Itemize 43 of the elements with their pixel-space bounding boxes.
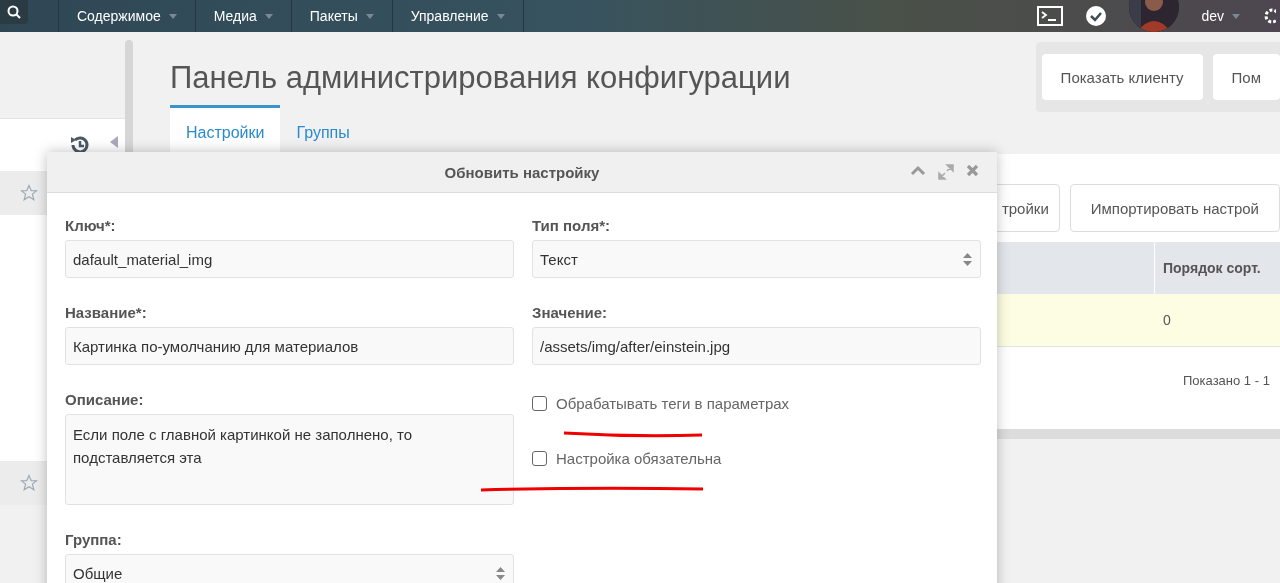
caret-icon xyxy=(1232,13,1240,19)
header-button[interactable]: Пом xyxy=(1212,54,1280,100)
pagination-info: Показано 1 - 1 xyxy=(1183,373,1271,388)
field-label: Название*: xyxy=(65,304,148,322)
caret-icon xyxy=(496,13,505,19)
input-field[interactable]: Картинка по-умолчанию для материалов xyxy=(65,327,514,365)
checkbox[interactable] xyxy=(532,396,547,411)
nav-menu-item[interactable]: Содержимое xyxy=(59,0,196,32)
tab[interactable]: Настройки xyxy=(170,105,281,154)
field-label: Описание: xyxy=(65,391,145,409)
input-field[interactable]: /assets/img/after/einstein.jpg xyxy=(532,327,981,365)
star-icon[interactable] xyxy=(20,184,38,202)
select-arrows-icon xyxy=(495,565,506,581)
checkbox-label[interactable]: Настройка обязательна xyxy=(556,450,722,467)
field-label: Ключ*: xyxy=(65,217,117,235)
checkbox[interactable] xyxy=(532,451,547,466)
settings-icon[interactable] xyxy=(1262,8,1276,24)
user-name[interactable]: dev xyxy=(1201,8,1224,24)
nav-menu-item[interactable]: Медиа xyxy=(195,0,292,32)
table-cell: 0 xyxy=(1163,312,1171,328)
caret-icon xyxy=(365,13,374,19)
search-button[interactable] xyxy=(0,0,28,24)
check-circle-icon[interactable] xyxy=(1085,5,1108,27)
page-title: Панель администрирования конфигурации xyxy=(170,60,791,96)
field-label: Тип поля*: xyxy=(532,217,611,235)
star-icon[interactable] xyxy=(20,474,38,492)
select-field[interactable]: Текст xyxy=(532,240,981,278)
search-icon xyxy=(7,5,21,19)
select-arrows-icon xyxy=(962,251,973,267)
checkbox-label[interactable]: Обрабатывать теги в параметрах xyxy=(556,395,790,412)
input-field[interactable]: dafault_material_img xyxy=(65,240,514,278)
terminal-icon[interactable] xyxy=(1037,6,1064,26)
toolbar-button[interactable]: Импортировать настрой xyxy=(1069,184,1280,232)
field-label: Группа: xyxy=(65,531,123,549)
header-button[interactable]: Показать клиенту xyxy=(1041,54,1203,100)
field-label: Значение: xyxy=(532,304,609,322)
dialog-title: Обновить настройку xyxy=(444,163,600,181)
caret-icon xyxy=(168,13,177,19)
nav-menu-item[interactable]: Управление xyxy=(392,0,524,32)
select-field[interactable]: Общие xyxy=(65,554,514,583)
nav-menu-item[interactable]: Пакеты xyxy=(291,0,393,32)
textarea-field[interactable]: Если поле с главной картинкой не заполнено, то подставляется эта xyxy=(65,414,514,505)
caret-icon xyxy=(264,13,273,19)
